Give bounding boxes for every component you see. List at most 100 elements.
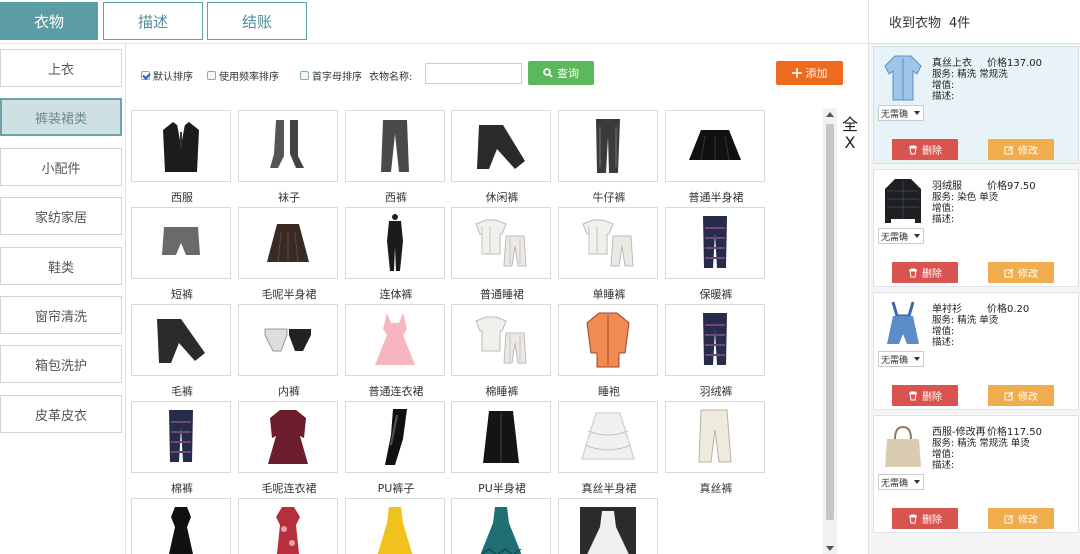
received-item[interactable]: 西服-修改再 价格117.50 服务: 精洗 常规洗 单烫 增值: 描述: 无需… [873,415,1079,533]
clothes-label: 毛呢半身裙 [261,288,317,301]
scroll-down-icon[interactable] [826,546,834,551]
clothes-card[interactable]: 连体裤 [345,207,447,302]
trash-icon [909,391,917,400]
clothes-card[interactable]: 袜子 [238,110,340,205]
clothes-label: 睡袍 [598,385,620,398]
gown-teal-icon [451,498,551,554]
clothes-card[interactable] [238,498,340,554]
add-button-label: 添加 [805,67,828,80]
category-pants-skirts[interactable]: 裤装裙类 [0,98,122,136]
delete-button[interactable]: 删除 [892,385,958,406]
plus-icon [791,68,802,78]
clothes-card[interactable]: 真丝半身裙 [558,401,660,496]
clothes-card[interactable] [558,498,660,554]
category-accessories[interactable]: 小配件 [0,148,122,186]
scrollbar-thumb[interactable] [826,124,834,520]
tab-checkout[interactable]: 结账 [207,2,307,40]
jeans-icon [558,110,658,182]
clothes-card[interactable]: 毛呢连衣裙 [238,401,340,496]
clothes-card[interactable]: 毛裤 [131,304,233,399]
clothes-card[interactable]: 保暖裤 [665,207,767,302]
clothes-label: 毛裤 [171,385,193,398]
category-curtains[interactable]: 窗帘清洗 [0,296,122,334]
chevron-down-icon [914,357,920,361]
confirm-dropdown[interactable]: 无需确 [878,228,924,244]
received-item[interactable]: 真丝上衣 价格137.00 服务: 精洗 常规洗 增值: 描述: 无需确 删除 … [873,46,1079,164]
edit-button[interactable]: 修改 [988,139,1054,160]
clothes-label: 袜子 [278,191,300,204]
grid-scrollbar[interactable] [823,108,837,554]
confirm-dropdown[interactable]: 无需确 [878,105,924,121]
clothes-card[interactable]: 羽绒裤 [665,304,767,399]
jumpsuit-icon [345,207,445,279]
clothes-label: PU裤子 [377,482,415,495]
suit-jacket-icon [131,110,231,182]
search-button[interactable]: 查询 [528,61,594,85]
clothes-card[interactable]: 棉睡裤 [451,304,553,399]
edit-label: 修改 [1018,392,1038,403]
edit-icon [1004,268,1014,277]
received-item[interactable]: 羽绒服 价格97.50 服务: 染色 单烫 增值: 描述: 无需确 删除 修改 [873,169,1079,287]
clothes-card[interactable]: PU半身裙 [451,401,553,496]
add-button[interactable]: 添加 [776,61,843,85]
clothes-card[interactable]: 普通连衣裙 [345,304,447,399]
clothes-name-label: 衣物名称: [369,68,412,83]
clothes-name-input[interactable] [425,63,522,84]
tab-description[interactable]: 描述 [103,2,203,40]
clothes-card[interactable]: 毛呢半身裙 [238,207,340,302]
clothes-card[interactable]: 西服 [131,110,233,205]
clothes-card[interactable]: 短裤 [131,207,233,302]
delete-label: 删除 [922,146,942,157]
clothes-card[interactable]: 真丝裤 [665,401,767,496]
clothes-card[interactable] [345,498,447,554]
category-leather[interactable]: 皮革皮衣 [0,395,122,433]
overalls-icon [880,299,926,349]
category-tops[interactable]: 上衣 [0,49,122,87]
confirm-dropdown[interactable]: 无需确 [878,474,924,490]
clothes-card[interactable]: 普通半身裙 [665,110,767,205]
clothes-card[interactable]: 内裤 [238,304,340,399]
clothes-label: 棉睡裤 [485,385,519,398]
edit-button[interactable]: 修改 [988,262,1054,283]
clothes-card[interactable]: 休闲裤 [451,110,553,205]
scroll-up-icon[interactable] [826,112,834,117]
delete-button[interactable]: 删除 [892,508,958,529]
clothes-card[interactable] [451,498,553,554]
leather-skirt-icon [451,401,551,473]
clothes-card[interactable]: 西裤 [345,110,447,205]
category-home-textiles[interactable]: 家纺家居 [0,197,122,235]
received-item[interactable]: 单衬衫 价格0.20 服务: 精洗 单烫 增值: 描述: 无需确 删除 修改 [873,292,1079,410]
default-sort-checkbox[interactable]: 默认排序 [141,68,193,83]
initial-sort-checkbox[interactable]: 首字母排序 [300,68,362,83]
item-desc-label: 描述: [932,214,955,225]
edit-button[interactable]: 修改 [988,508,1054,529]
clothes-card[interactable]: 普通睡裙 [451,207,553,302]
category-bags[interactable]: 箱包洗护 [0,345,122,383]
clothes-card[interactable]: PU裤子 [345,401,447,496]
received-count: 4件 [949,16,971,31]
received-panel: 收到衣物 4件 真丝上衣 价格137.00 服务: 精洗 常规洗 增值: 描述:… [868,0,1080,554]
clothes-card[interactable] [131,498,233,554]
clothes-card[interactable]: 牛仔裤 [558,110,660,205]
dress-icon [345,304,445,376]
category-shoes[interactable]: 鞋类 [0,247,122,285]
clothes-card[interactable]: 棉裤 [131,401,233,496]
edit-button[interactable]: 修改 [988,385,1054,406]
delete-button[interactable]: 删除 [892,139,958,160]
freq-sort-label: 使用频率排序 [219,72,279,83]
clothes-card[interactable]: 单睡裤 [558,207,660,302]
freq-sort-checkbox[interactable]: 使用频率排序 [207,68,279,83]
black-dress-icon [131,498,231,554]
tab-clothes[interactable]: 衣物 [0,2,98,40]
default-sort-label: 默认排序 [153,72,193,83]
initial-sort-label: 首字母排序 [312,72,362,83]
clothes-label: 西裤 [385,191,407,204]
confirm-dropdown[interactable]: 无需确 [878,351,924,367]
clothes-label: 真丝半身裙 [581,482,637,495]
select-all-toggle[interactable]: 全 X [842,116,858,152]
chevron-down-icon [914,480,920,484]
delete-button[interactable]: 删除 [892,262,958,283]
checkbox-checked-icon [141,71,150,80]
clothes-card[interactable]: 睡袍 [558,304,660,399]
tote-bag-icon [880,422,926,472]
